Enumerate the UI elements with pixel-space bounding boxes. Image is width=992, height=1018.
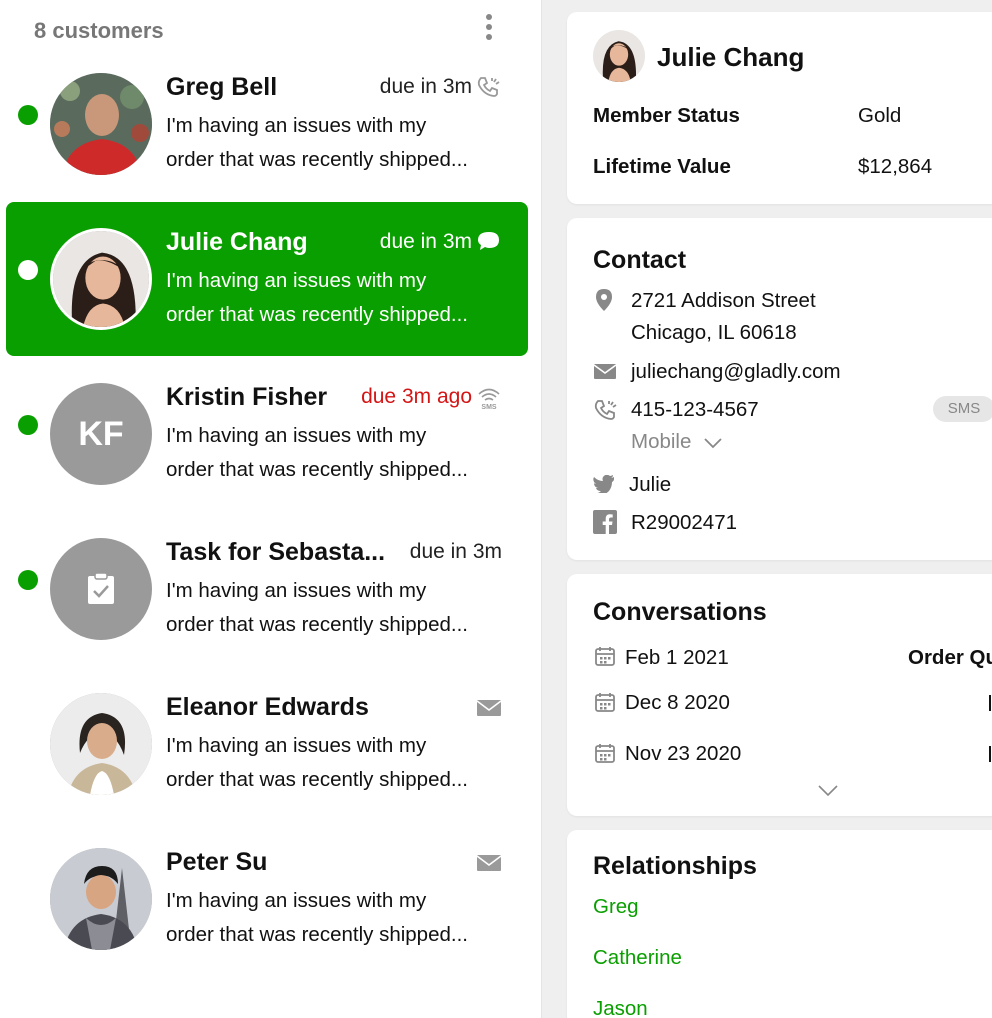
conversations-card: Conversations Feb 1 2021 Order Qu Dec 8 … — [567, 574, 992, 816]
email-icon — [593, 363, 617, 385]
more-options-icon[interactable] — [484, 14, 494, 44]
avatar — [50, 538, 152, 640]
address-line1: 2721 Addison Street — [631, 289, 816, 312]
facebook-id[interactable]: R29002471 — [631, 511, 737, 535]
conversation-date[interactable]: Dec 8 2020 — [625, 691, 730, 715]
customer-profile-panel: Julie Chang Member Status Gold Lifetime … — [541, 0, 992, 1018]
avatar — [593, 30, 645, 82]
svg-text:SMS: SMS — [481, 404, 497, 411]
twitter-handle[interactable]: Julie — [629, 473, 671, 497]
avatar — [50, 848, 152, 950]
customer-name: Eleanor Edwards — [166, 693, 369, 721]
sms-icon: SMS — [476, 385, 502, 411]
conversation-item-task[interactable]: Task for Sebasta... due in 3m I'm having… — [6, 512, 528, 666]
profile-card: Julie Chang Member Status Gold Lifetime … — [567, 12, 992, 204]
twitter-icon — [593, 474, 615, 498]
conversation-subject[interactable]: Order Qu — [908, 646, 992, 670]
email-link[interactable]: juliechang@gladly.com — [631, 360, 841, 384]
facebook-icon — [593, 510, 617, 539]
avatar — [50, 228, 152, 330]
task-icon — [88, 572, 114, 604]
conversation-date[interactable]: Feb 1 2021 — [625, 646, 729, 670]
lifetime-value-value: $12,864 — [858, 155, 933, 178]
customer-name: Julie Chang — [166, 228, 308, 256]
customer-count: 8 customers — [34, 18, 164, 43]
email-icon — [476, 854, 502, 878]
calendar-icon — [595, 743, 615, 768]
customer-name: Peter Su — [166, 848, 268, 876]
phone-icon — [476, 75, 502, 99]
relationship-link[interactable]: Jason — [593, 997, 648, 1018]
due-time-overdue: due 3m ago — [361, 385, 472, 408]
relationship-link[interactable]: Catherine — [593, 946, 682, 970]
message-preview: I'm having an issues with my order that … — [166, 114, 468, 171]
contact-title: Contact — [593, 246, 687, 274]
avatar-initials: KF — [50, 383, 152, 485]
online-status-dot — [18, 415, 38, 435]
customer-name: Task for Sebasta... — [166, 538, 386, 566]
sms-badge: SMS — [933, 396, 992, 422]
conversations-title: Conversations — [593, 598, 767, 626]
conversation-item-kristin-fisher[interactable]: KF Kristin Fisher due 3m ago SMS I'm hav… — [6, 357, 528, 511]
conversation-date[interactable]: Nov 23 2020 — [625, 742, 741, 766]
member-status-value: Gold — [858, 104, 902, 127]
message-preview: I'm having an issues with my order that … — [166, 579, 468, 636]
online-status-dot — [18, 570, 38, 590]
conversation-item-peter-su[interactable]: Peter Su I'm having an issues with my or… — [6, 822, 528, 976]
avatar — [50, 73, 152, 175]
message-preview: I'm having an issues with my order that … — [166, 889, 468, 946]
customer-name: Kristin Fisher — [166, 383, 328, 411]
conversation-list-panel: 8 customers Greg Bell due in 3m I'm havi… — [0, 0, 540, 1018]
profile-name: Julie Chang — [657, 42, 805, 72]
chevron-down-icon — [704, 437, 722, 448]
chat-icon — [476, 230, 502, 254]
member-status-label: Member Status — [593, 104, 740, 127]
message-preview: I'm having an issues with my order that … — [166, 734, 468, 791]
conversation-item-julie-chang[interactable]: Julie Chang due in 3m I'm having an issu… — [6, 202, 528, 356]
chevron-down-icon[interactable] — [817, 784, 839, 803]
calendar-icon — [595, 692, 615, 717]
relationship-link[interactable]: Greg — [593, 895, 639, 919]
conversation-item-eleanor-edwards[interactable]: Eleanor Edwards I'm having an issues wit… — [6, 667, 528, 821]
due-time: due in 3m — [379, 75, 472, 98]
message-preview: I'm having an issues with my order that … — [166, 269, 468, 326]
truncated-column-marker — [989, 695, 991, 711]
due-time: due in 3m — [409, 540, 502, 563]
relationships-title: Relationships — [593, 852, 757, 880]
contact-card: Contact 2721 Addison Street Chicago, IL … — [567, 218, 992, 560]
message-preview: I'm having an issues with my order that … — [166, 424, 468, 481]
relationships-card: Relationships Greg Catherine Jason — [567, 830, 992, 1018]
calendar-icon — [595, 646, 615, 671]
address-line2: Chicago, IL 60618 — [631, 321, 797, 344]
phone-number[interactable]: 415-123-4567 — [631, 398, 759, 422]
online-status-dot — [18, 105, 38, 125]
conversation-item-greg-bell[interactable]: Greg Bell due in 3m I'm having an issues… — [6, 47, 528, 201]
phone-icon — [593, 398, 619, 427]
customer-name: Greg Bell — [166, 73, 278, 101]
phone-type-select[interactable]: Mobile — [631, 430, 723, 454]
truncated-column-marker — [989, 746, 991, 762]
lifetime-value-label: Lifetime Value — [593, 155, 731, 178]
email-icon — [476, 699, 502, 723]
avatar — [50, 693, 152, 795]
due-time: due in 3m — [379, 230, 472, 253]
location-pin-icon — [595, 288, 613, 317]
online-status-dot — [18, 260, 38, 280]
